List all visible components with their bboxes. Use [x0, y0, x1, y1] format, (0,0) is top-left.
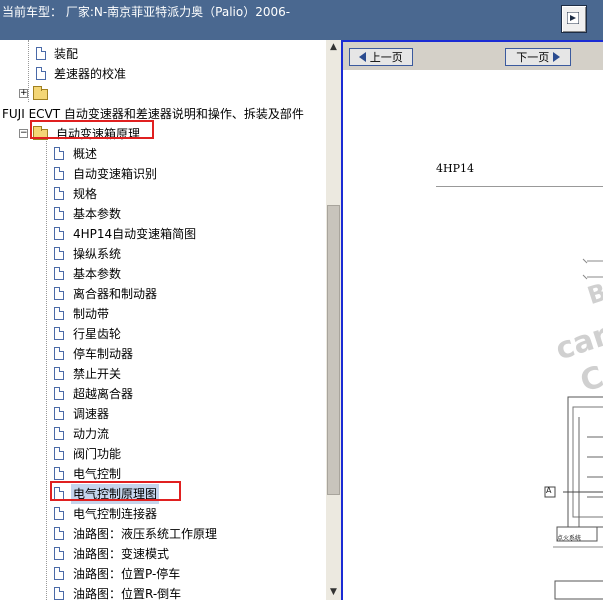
tree-item-planetary-gear[interactable]: 行星齿轮 — [0, 324, 326, 344]
document-icon — [54, 307, 64, 320]
electrical-schematic-diagram — [544, 258, 603, 600]
document-icon — [54, 227, 64, 240]
document-icon — [54, 347, 64, 360]
tree-item-control-system[interactable]: 操纵系统 — [0, 244, 326, 264]
document-icon — [54, 467, 64, 480]
scrollbar-thumb[interactable] — [327, 205, 340, 495]
right-arrow-icon — [552, 52, 560, 62]
tree-item-folder-collapsed[interactable]: + — [0, 84, 326, 104]
tree-item-basic-parameters[interactable]: 基本参数 — [0, 204, 326, 224]
tree-item-differential-calibration[interactable]: 差速器的校准 — [0, 64, 326, 84]
document-icon — [54, 187, 64, 200]
tree-item-position-p[interactable]: 油路图：位置P-停车 — [0, 564, 326, 584]
left-arrow-icon — [359, 52, 367, 62]
tree-item-overview[interactable]: 概述 — [0, 144, 326, 164]
document-icon — [54, 387, 64, 400]
document-icon — [54, 247, 64, 260]
document-icon — [54, 207, 64, 220]
tree-item-specifications[interactable]: 规格 — [0, 184, 326, 204]
document-heading: 4HP14 — [436, 162, 474, 175]
scroll-down-arrow-icon[interactable]: ▼ — [326, 585, 341, 600]
diagram-label: A — [546, 486, 552, 495]
tree-item-4hp14-diagram[interactable]: 4HP14自动变速箱简图 — [0, 224, 326, 244]
tree-scrollbar[interactable]: ▲ ▼ — [326, 40, 341, 600]
tree-item-hydraulic-principle[interactable]: 油路图：液压系统工作原理 — [0, 524, 326, 544]
tree-item-parking-brake[interactable]: 停车制动器 — [0, 344, 326, 364]
document-icon — [54, 407, 64, 420]
title-bar: 当前车型： 厂家:N-南京菲亚特派力奥（Palio）2006- — [0, 0, 603, 40]
tree-item-overrunning-clutch[interactable]: 超越离合器 — [0, 384, 326, 404]
document-icon — [54, 587, 64, 600]
next-page-button[interactable]: 下一页 — [505, 48, 571, 66]
document-icon — [54, 287, 64, 300]
collapse-minus-icon[interactable]: − — [19, 129, 28, 138]
diagram-caption: 点火系统 — [557, 535, 582, 542]
document-viewer: 上一页 下一页 4HP14 car3 C B A 点火系统 — [341, 40, 603, 600]
document-icon — [54, 147, 64, 160]
navigation-tree[interactable]: 装配 差速器的校准 + FUJI ECVT 自动变速器和差速器说明和操作、拆装及… — [0, 40, 326, 600]
nav-arrow-icon — [567, 12, 579, 24]
prev-page-button[interactable]: 上一页 — [349, 48, 413, 66]
tree-item-electrical-connectors[interactable]: 电气控制连接器 — [0, 504, 326, 524]
document-icon — [54, 167, 64, 180]
scroll-up-arrow-icon[interactable]: ▲ — [326, 40, 341, 55]
tree-item-brake-band[interactable]: 制动带 — [0, 304, 326, 324]
tree-item-governor[interactable]: 调速器 — [0, 404, 326, 424]
document-icon — [54, 567, 64, 580]
document-icon — [54, 547, 64, 560]
document-icon — [36, 47, 46, 60]
document-icon — [54, 367, 64, 380]
document-icon — [54, 427, 64, 440]
document-icon — [36, 67, 46, 80]
folder-icon — [33, 86, 48, 100]
page-toolbar: 上一页 下一页 — [343, 42, 603, 70]
tree-item-clutches-brakes[interactable]: 离合器和制动器 — [0, 284, 326, 304]
tree-item-assembly[interactable]: 装配 — [0, 44, 326, 64]
document-divider — [436, 186, 603, 187]
tree-item-valve-function[interactable]: 阀门功能 — [0, 444, 326, 464]
document-icon — [54, 327, 64, 340]
tree-item-power-flow[interactable]: 动力流 — [0, 424, 326, 444]
expand-plus-icon[interactable]: + — [19, 89, 28, 98]
document-icon — [54, 527, 64, 540]
document-icon — [54, 507, 64, 520]
tree-item-transmission-identification[interactable]: 自动变速箱识别 — [0, 164, 326, 184]
tree-item-shift-mode[interactable]: 油路图：变速模式 — [0, 544, 326, 564]
document-icon — [54, 267, 64, 280]
red-highlight-box — [50, 481, 181, 501]
tree-item-inhibitor-switch[interactable]: 禁止开关 — [0, 364, 326, 384]
tree-item-position-r[interactable]: 油路图：位置R-倒车 — [0, 584, 326, 600]
red-highlight-box — [30, 120, 154, 139]
nav-toggle-button[interactable] — [561, 5, 587, 33]
document-icon — [54, 447, 64, 460]
tree-item-basic-parameters-2[interactable]: 基本参数 — [0, 264, 326, 284]
current-vehicle-title: 当前车型： 厂家:N-南京菲亚特派力奥（Palio）2006- — [2, 5, 291, 19]
